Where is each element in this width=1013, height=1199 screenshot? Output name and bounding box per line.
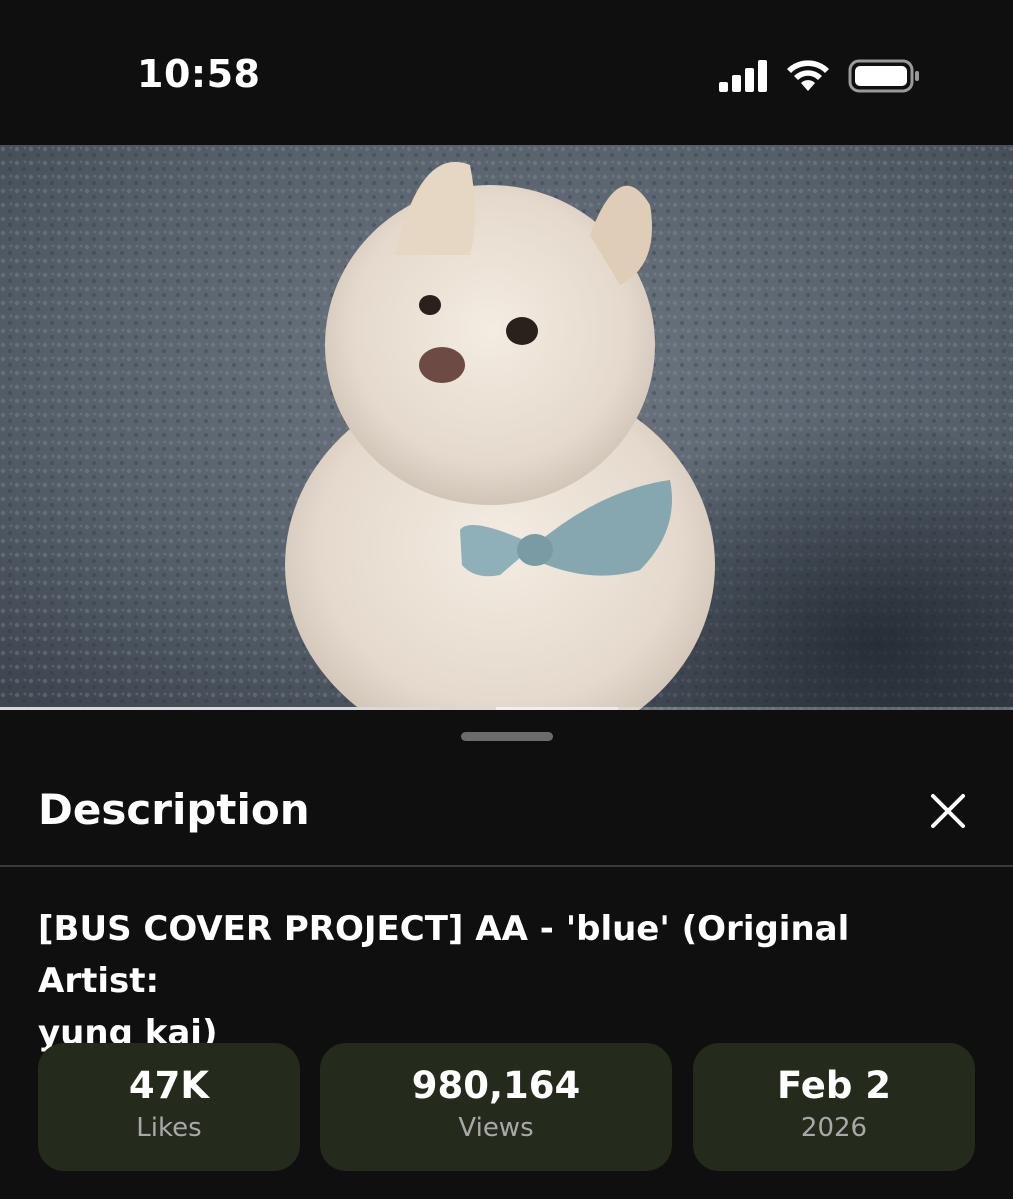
divider: [0, 865, 1013, 867]
wifi-icon: [787, 60, 829, 91]
close-button[interactable]: [918, 781, 978, 841]
stat-views: 980,164 Views: [320, 1043, 672, 1171]
video-title-line-1: [BUS COVER PROJECT] AA - 'blue' (Origina…: [38, 909, 850, 1001]
close-icon: [931, 794, 965, 828]
video-player[interactable]: [0, 145, 1013, 710]
video-title: [BUS COVER PROJECT] AA - 'blue' (Origina…: [38, 903, 968, 1059]
video-progress-track[interactable]: [0, 707, 1013, 710]
battery-icon: [848, 59, 919, 93]
upload-year: 2026: [800, 1113, 868, 1143]
video-progress-played: [0, 707, 497, 710]
views-label: Views: [458, 1113, 534, 1143]
drag-handle[interactable]: [461, 732, 553, 741]
status-bar: 10:58: [0, 0, 1013, 145]
likes-label: Likes: [136, 1113, 202, 1143]
stat-date: Feb 2 2026: [693, 1043, 975, 1171]
video-frame: [0, 145, 1013, 710]
sheet-title: Description: [38, 785, 310, 834]
status-time: 10:58: [137, 52, 261, 96]
upload-date: Feb 2: [777, 1064, 891, 1107]
status-icons: [718, 58, 928, 94]
stat-likes: 47K Likes: [38, 1043, 300, 1171]
likes-count: 47K: [128, 1064, 210, 1107]
views-count: 980,164: [411, 1064, 581, 1107]
cellular-signal-icon: [719, 60, 767, 92]
description-sheet: Description [BUS COVER PROJECT] AA - 'bl…: [0, 713, 1013, 1199]
